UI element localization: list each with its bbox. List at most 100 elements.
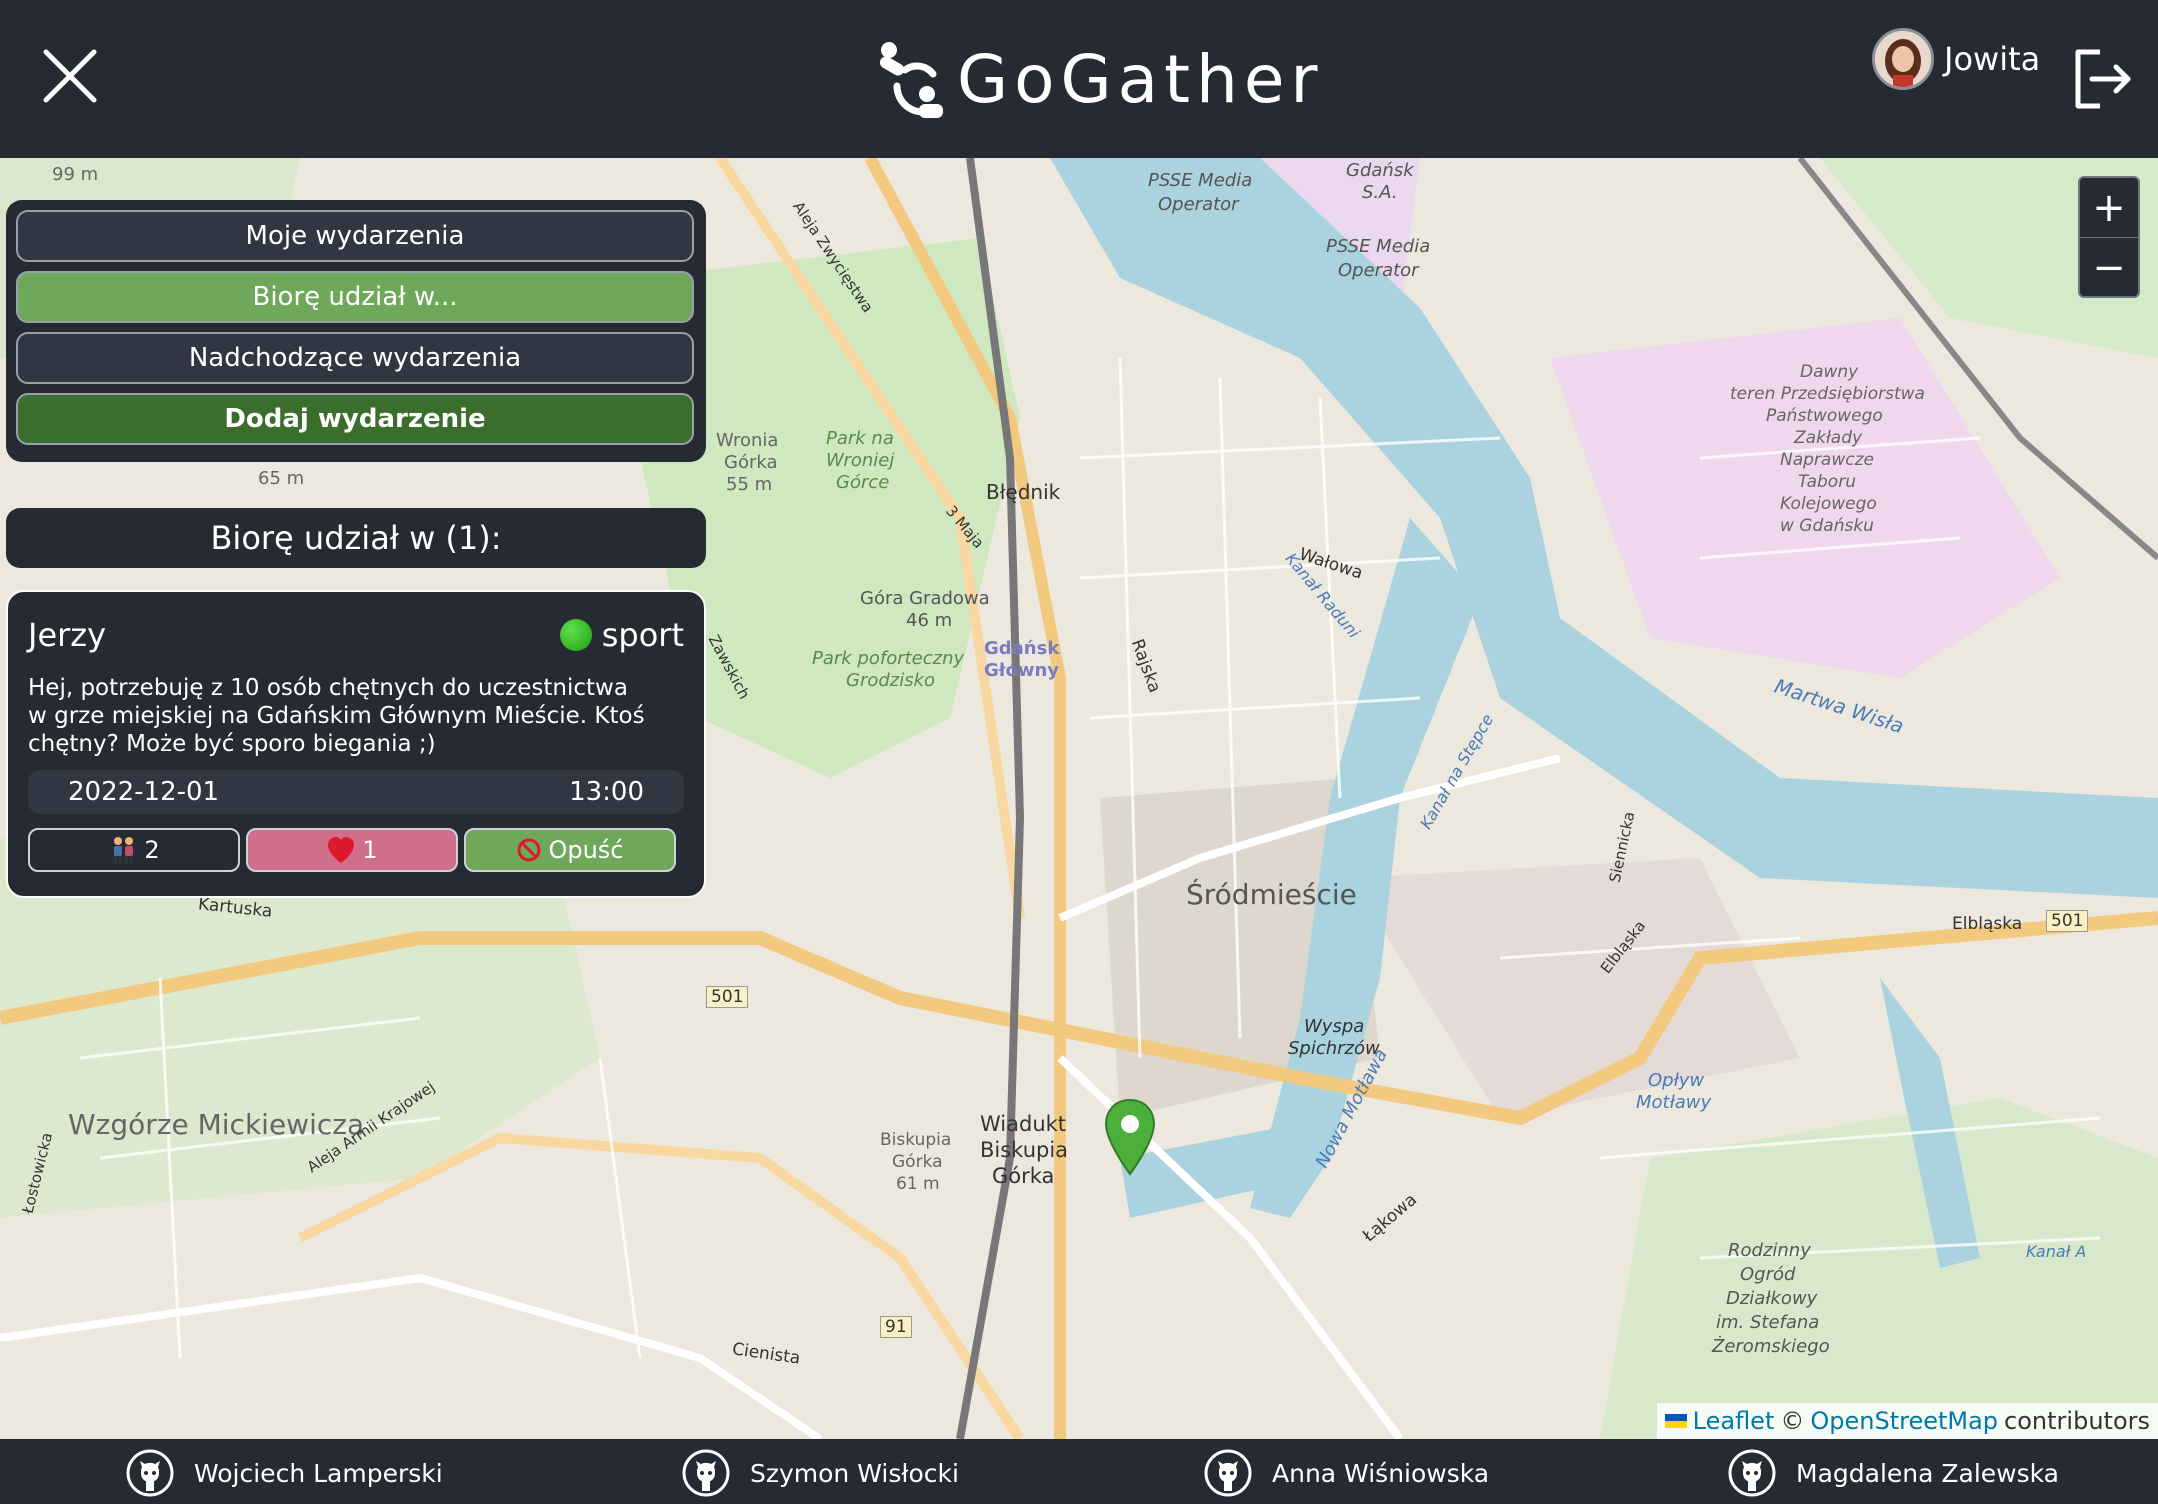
map-label-wronia: Wronia — [716, 430, 779, 451]
participating-button[interactable]: Biorę udział w... — [16, 271, 694, 323]
map-label-teren: teren Przedsiębiorstwa — [1730, 384, 1925, 404]
footer-author[interactable]: Szymon Wisłocki — [682, 1449, 959, 1497]
leave-event-button[interactable]: Opuść — [464, 828, 676, 872]
map-label-biskupia-gorka-peak: Biskupia — [880, 1130, 952, 1150]
participants-button[interactable]: 2 — [28, 828, 240, 872]
section-title: Biorę udział w (1): — [6, 508, 706, 568]
map-label-spichrzow: Spichrzów — [1288, 1038, 1380, 1059]
github-icon — [1728, 1449, 1776, 1497]
upcoming-events-button[interactable]: Nadchodzące wydarzenia — [16, 332, 694, 384]
map-label-blednik: Błędnik — [986, 480, 1061, 504]
github-icon — [1204, 1449, 1252, 1497]
event-category: sport — [559, 616, 684, 654]
leave-event-label: Opuść — [548, 836, 624, 864]
event-author: Jerzy — [28, 616, 107, 654]
no-entry-icon — [517, 838, 541, 862]
logout-icon[interactable] — [2070, 46, 2136, 112]
map-label-h99: 99 m — [52, 164, 99, 185]
like-button[interactable]: 1 — [246, 828, 458, 872]
zoom-out-button[interactable]: − — [2080, 238, 2138, 298]
event-description: Hej, potrzebuję z 10 osób chętnych do uc… — [28, 675, 645, 757]
close-icon[interactable] — [38, 44, 102, 108]
event-category-label: sport — [601, 616, 684, 654]
attribution-separator: © — [1780, 1407, 1805, 1435]
map-label-gorce: Górce — [836, 472, 890, 493]
map-label-grodzisko: Grodzisko — [846, 670, 936, 691]
green-circle-icon — [559, 619, 592, 651]
footer-author-name: Magdalena Zalewska — [1796, 1458, 2059, 1488]
map-label-psse-1: PSSE Media — [1148, 170, 1253, 191]
map-label-taboru: Taboru — [1798, 472, 1856, 492]
event-time: 13:00 — [569, 777, 644, 807]
map-label-im-stefana: im. Stefana — [1716, 1312, 1820, 1333]
map-label-road-501-a: 501 — [706, 986, 749, 1008]
footer-author[interactable]: Wojciech Lamperski — [126, 1449, 443, 1497]
event-menu: Moje wydarzenia Biorę udział w... Nadcho… — [6, 200, 706, 462]
map-label-gora-gradowa: Góra Gradowa — [860, 588, 990, 609]
event-card-header: Jerzy sport — [28, 610, 684, 660]
participants-count: 2 — [144, 836, 160, 864]
footer-author[interactable]: Anna Wiśniowska — [1204, 1449, 1489, 1497]
event-card[interactable]: Jerzy sport Hej, potrzebuję z 10 osób ch… — [6, 590, 706, 898]
map-label-wzgorze: Wzgórze Mickiewicza — [68, 1108, 365, 1141]
people-icon — [114, 837, 134, 864]
openstreetmap-link[interactable]: OpenStreetMap — [1810, 1407, 1998, 1435]
map-label-sa: S.A. — [1362, 182, 1398, 203]
map-label-elblaska: Elbląska — [1952, 914, 2023, 934]
event-datetime: 2022-12-01 13:00 — [28, 770, 684, 814]
gogather-logo-icon — [879, 42, 943, 118]
map-label-gorka: Górka — [992, 1164, 1055, 1188]
github-icon — [682, 1449, 730, 1497]
map-label-dzialkowy: Działkowy — [1726, 1288, 1818, 1309]
map-label-kanal-a: Kanał A — [2026, 1242, 2087, 1261]
map-label-operator-2: Operator — [1338, 260, 1419, 281]
map-label-wronia-h: 55 m — [726, 474, 773, 495]
app-title: GoGather — [957, 40, 1324, 118]
map-label-biskupia: Biskupia — [980, 1138, 1069, 1162]
leaflet-link[interactable]: Leaflet — [1693, 1407, 1775, 1435]
map-label-road-501-b: 501 — [2046, 910, 2089, 932]
heart-icon — [328, 837, 355, 863]
event-date: 2022-12-01 — [68, 777, 220, 807]
ukraine-flag-icon — [1664, 1414, 1687, 1428]
map-label-park-forteczny: Park poforteczny — [812, 648, 965, 669]
user-profile[interactable]: Jowita — [1872, 28, 2040, 90]
map-label-park-na: Park na — [826, 428, 894, 449]
map-label-gdansk-glowny: Gdańsk Główny — [984, 638, 1060, 681]
user-avatar-image — [1875, 31, 1931, 87]
map-label-road-91: 91 — [880, 1316, 912, 1338]
footer: Wojciech Lamperski Szymon Wisłocki Anna … — [0, 1439, 2158, 1504]
zoom-control: + − — [2078, 176, 2140, 298]
map-label-zeromskiego: Żeromskiego — [1712, 1336, 1830, 1357]
map-label-oplyw: Opływ — [1648, 1070, 1705, 1091]
map-label-kolejowego: Kolejowego — [1780, 494, 1877, 514]
map-label-wronia-gorka: Górka — [724, 452, 778, 473]
map-label-operator-1: Operator — [1158, 194, 1239, 215]
map-label-rodzinny: Rodzinny — [1728, 1240, 1811, 1261]
map-label-zaklady: Zakłady — [1794, 428, 1863, 448]
my-events-button[interactable]: Moje wydarzenia — [16, 210, 694, 262]
map-label-gora-gradowa-h: 46 m — [906, 610, 953, 631]
map-label-wyspa: Wyspa — [1304, 1016, 1365, 1037]
map-label-w-gdansku: w Gdańsku — [1780, 516, 1874, 536]
map-label-gdansk-sa: Gdańsk — [1346, 160, 1414, 181]
zoom-in-button[interactable]: + — [2080, 178, 2138, 238]
user-name: Jowita — [1944, 40, 2041, 78]
footer-author-name: Wojciech Lamperski — [194, 1458, 443, 1488]
map-label-panstwowego: Państwowego — [1766, 406, 1883, 426]
map-attribution: Leaflet © OpenStreetMap contributors — [1656, 1403, 2158, 1439]
event-location-marker-icon[interactable] — [1102, 1098, 1158, 1178]
avatar[interactable] — [1872, 28, 1934, 90]
map-label-naprawcze: Naprawcze — [1780, 450, 1874, 470]
footer-author-name: Szymon Wisłocki — [750, 1458, 959, 1488]
map-label-wroniej: Wroniej — [826, 450, 895, 471]
footer-author[interactable]: Magdalena Zalewska — [1728, 1449, 2059, 1497]
likes-count: 1 — [362, 836, 378, 864]
footer-author-name: Anna Wiśniowska — [1272, 1458, 1490, 1488]
event-actions: 2 1 Opuść — [28, 828, 684, 872]
map-label-h61: 61 m — [896, 1174, 940, 1194]
add-event-button[interactable]: Dodaj wydarzenie — [16, 393, 694, 445]
map-label-psse-2: PSSE Media — [1326, 236, 1431, 257]
map-label-ogrod: Ogród — [1740, 1264, 1796, 1285]
attribution-contributors: contributors — [2004, 1407, 2150, 1435]
